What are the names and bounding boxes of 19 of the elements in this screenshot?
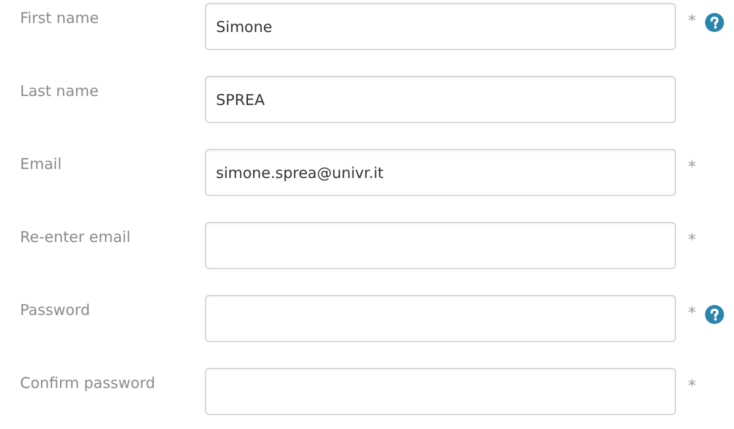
input-field[interactable]: SPREA [205,76,676,123]
input-field[interactable] [205,368,676,415]
required-mark: * [687,156,697,176]
field-label: Password [20,300,92,319]
input-field[interactable] [205,222,676,269]
field-label: Re-enter email [20,227,132,246]
field-label: Confirm password [20,373,156,392]
required-mark: * [687,302,697,322]
help-icon[interactable] [705,13,724,32]
input-field[interactable]: simone.sprea@univr.it [205,149,676,196]
field-label: Email [20,154,63,173]
field-label: Last name [20,81,100,100]
required-mark: * [687,10,697,30]
required-mark: * [687,229,697,249]
required-mark: * [687,375,697,395]
input-field[interactable] [205,295,676,342]
input-field[interactable]: Simone [205,3,676,50]
field-label: First name [20,8,100,27]
help-icon[interactable] [705,305,724,324]
